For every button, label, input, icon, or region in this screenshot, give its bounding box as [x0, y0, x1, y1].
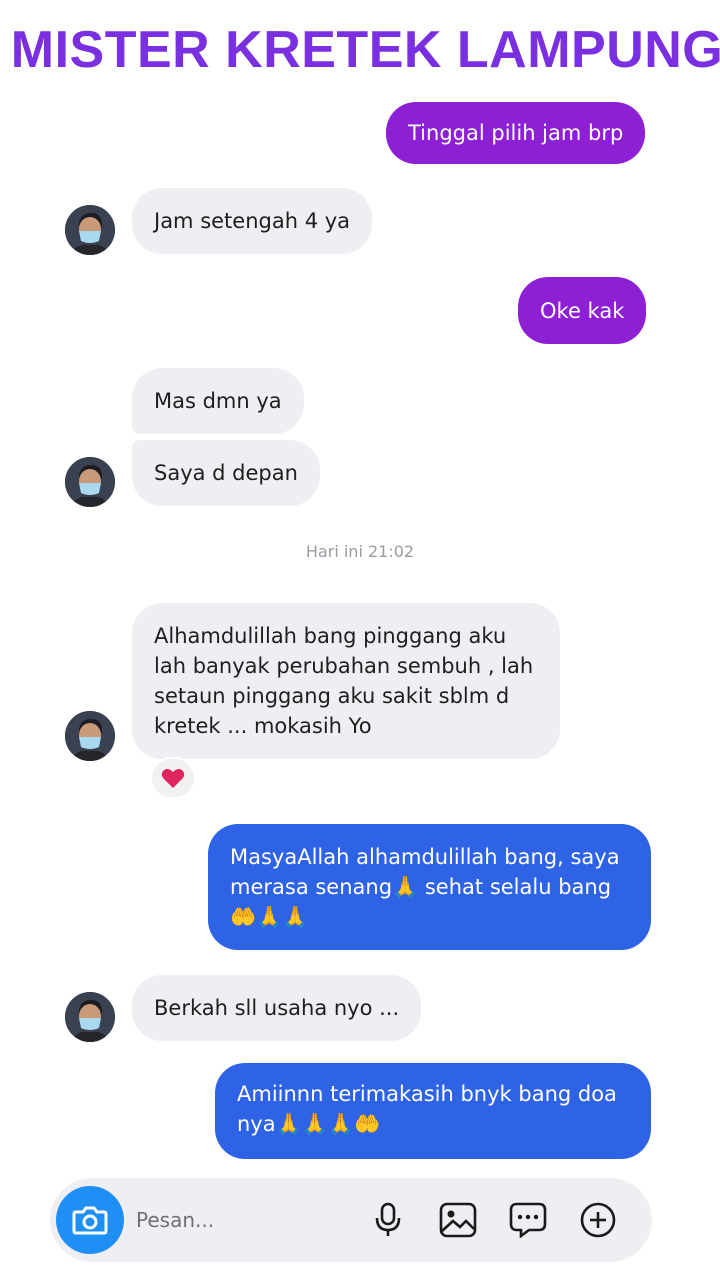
camera-icon [72, 1206, 108, 1235]
message-incoming[interactable]: Alhamdulillah bang pinggang aku lah bany… [132, 603, 560, 759]
message-text: Tinggal pilih jam brp [408, 121, 624, 145]
avatar-image [65, 457, 115, 507]
avatar[interactable] [65, 205, 115, 255]
microphone-button[interactable] [366, 1198, 410, 1242]
message-outgoing[interactable]: Tinggal pilih jam brp [386, 102, 646, 164]
message-outgoing[interactable]: Amiinnn terimakasih bnyk bang doa nya🙏🙏🙏… [215, 1063, 651, 1159]
avatar-image [65, 992, 115, 1042]
message-text: Jam setengah 4 ya [154, 209, 351, 233]
chat-title: MISTER KRETEK LAMPUNG [10, 21, 720, 79]
message-text: MasyaAllah alhamdulillah bang, saya mera… [230, 845, 620, 929]
chat-header: MISTER KRETEK LAMPUNG [0, 0, 720, 100]
add-button[interactable] [576, 1198, 620, 1242]
message-incoming[interactable]: Jam setengah 4 ya [132, 188, 373, 254]
plus-icon [580, 1202, 616, 1238]
message-text: Berkah sll usaha nyo ... [154, 996, 400, 1020]
microphone-icon [375, 1202, 401, 1236]
avatar[interactable] [65, 711, 115, 761]
sticker-button[interactable] [506, 1198, 550, 1242]
message-outgoing[interactable]: Oke kak [518, 277, 647, 344]
avatar-image [65, 711, 115, 761]
message-timestamp: Hari ini 21:02 [305, 542, 415, 561]
sticker-icon [509, 1202, 547, 1238]
message-incoming[interactable]: Saya d depan [132, 440, 320, 506]
message-input[interactable] [136, 1200, 336, 1240]
message-text: Mas dmn ya [154, 389, 282, 413]
camera-button[interactable] [56, 1186, 124, 1254]
message-incoming[interactable]: Mas dmn ya [132, 368, 304, 434]
gallery-icon [439, 1202, 477, 1238]
message-composer [50, 1178, 652, 1262]
message-text: Saya d depan [154, 461, 298, 485]
message-outgoing[interactable]: MasyaAllah alhamdulillah bang, saya mera… [208, 824, 651, 950]
message-text: Amiinnn terimakasih bnyk bang doa nya🙏🙏🙏… [237, 1082, 617, 1136]
avatar[interactable] [65, 457, 115, 507]
avatar-image [65, 205, 115, 255]
gallery-button[interactable] [436, 1198, 480, 1242]
message-text: Alhamdulillah bang pinggang aku lah bany… [154, 624, 534, 738]
reaction-badge[interactable] [150, 757, 196, 799]
message-incoming[interactable]: Berkah sll usaha nyo ... [132, 975, 422, 1041]
heart-icon [161, 769, 185, 788]
message-text: Oke kak [540, 298, 625, 323]
avatar[interactable] [65, 992, 115, 1042]
